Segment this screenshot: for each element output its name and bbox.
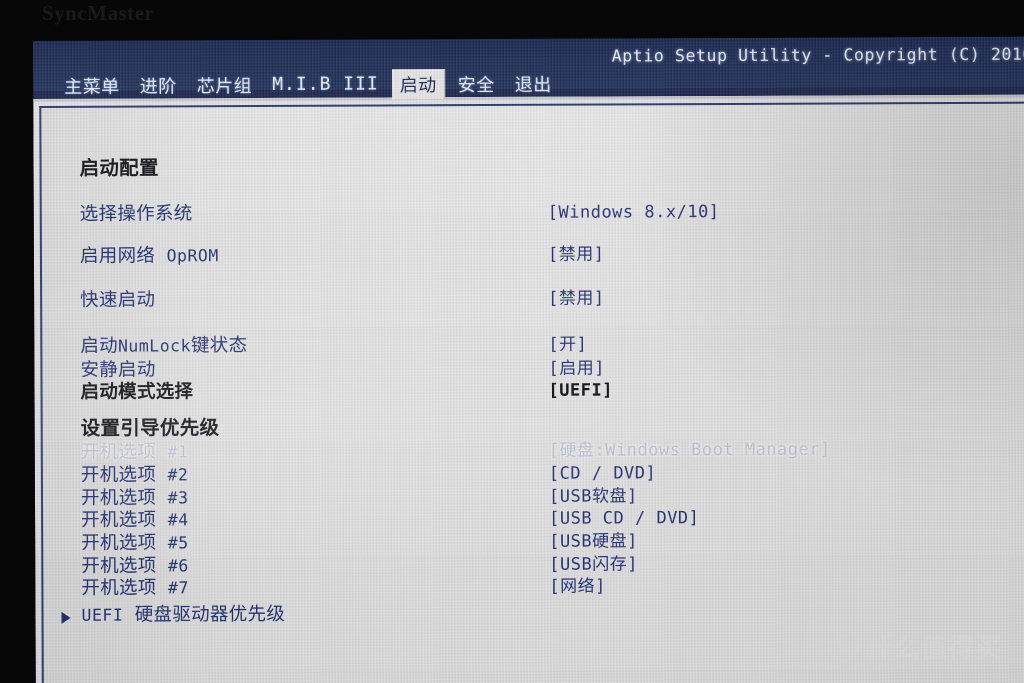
submenu-label-text: 硬盘驱动器优先级 xyxy=(123,603,286,626)
boot-option-row-7[interactable]: 开机选项 #7 [网络] xyxy=(43,572,1024,602)
smzdm-watermark-text: 什么值得买 xyxy=(866,634,1002,664)
boot-option-row-7-label: 开机选项 #7 xyxy=(81,577,189,599)
setting-row-4-label: 启动NumLock键状态 xyxy=(80,335,248,357)
bios-settings-list[interactable]: 启动配置选择操作系统 [Windows 8.x/10] 启用网络 OpROM [禁用]… xyxy=(41,104,1024,626)
tab-7[interactable]: 退出 xyxy=(508,69,559,98)
setting-row-2-label: 启用网络 OpROM xyxy=(79,245,219,267)
setting-row-3-value[interactable]: [禁用] xyxy=(548,286,605,312)
bios-content-frame: 启动配置选择操作系统 [Windows 8.x/10] 启用网络 OpROM [禁用]… xyxy=(33,94,1024,683)
tab-6[interactable]: 安全 xyxy=(451,69,502,98)
submenu-uefi-hard-disk-priority[interactable]: UEFI 硬盘驱动器优先级 xyxy=(43,599,1024,629)
setting-row-6-value[interactable]: [UEFI] xyxy=(548,377,613,403)
setting-row-3-label: 快速启动 xyxy=(80,289,156,311)
boot-option-row-1-label-mono: #1 xyxy=(167,442,189,462)
setting-row-1-label: 选择操作系统 xyxy=(79,203,193,225)
bios-menu-tabbar[interactable]: 主菜单 进阶 芯片组 M.I.B III 启动 安全 退出 xyxy=(33,67,1024,101)
triangle-right-icon xyxy=(61,611,71,624)
setting-row-3[interactable]: 快速启动 [禁用] xyxy=(42,284,1024,314)
setting-row-6-label: 启动模式选择 xyxy=(80,381,194,403)
setting-row-2-value[interactable]: [禁用] xyxy=(548,242,605,268)
submenu-label: UEFI 硬盘驱动器优先级 xyxy=(81,602,285,629)
setting-row-4-label-mono: NumLock xyxy=(117,336,192,356)
tab-2[interactable]: 进阶 xyxy=(133,71,184,100)
submenu-label-mono: UEFI xyxy=(81,605,124,625)
smzdm-badge-icon: 值 xyxy=(827,631,858,662)
tab-3[interactable]: 芯片组 xyxy=(190,71,260,100)
monitor-brand-logo: SyncMaster xyxy=(42,1,155,25)
section-heading-boot-configuration-label: 启动配置 xyxy=(79,156,159,180)
setting-row-1[interactable]: 选择操作系统 [Windows 8.x/10] xyxy=(42,198,1024,228)
tab-1[interactable]: 主菜单 xyxy=(57,71,127,100)
tab-4[interactable]: M.I.B III xyxy=(265,72,386,97)
tab-5-active[interactable]: 启动 xyxy=(391,69,445,100)
boot-option-row-2-label-mono: #2 xyxy=(167,465,189,485)
bios-title-text: Aptio Setup Utility - Copyright (C) 2016 xyxy=(611,44,1024,66)
boot-option-row-4-label-mono: #4 xyxy=(167,510,189,530)
setting-row-2[interactable]: 启用网络 OpROM [禁用] xyxy=(42,240,1024,270)
setting-row-4-value[interactable]: [开] xyxy=(548,332,587,358)
setting-row-2-label-mono: OpROM xyxy=(166,246,219,266)
bios-content-panel: 启动配置选择操作系统 [Windows 8.x/10] 启用网络 OpROM [禁用]… xyxy=(39,101,1024,683)
section-heading-boot-configuration: 启动配置 xyxy=(42,152,1024,182)
bios-screen: Aptio Setup Utility - Copyright (C) 2016… xyxy=(33,36,1024,683)
boot-option-row-7-value[interactable]: [网络] xyxy=(549,574,606,600)
setting-row-4-label-tail: 键状态 xyxy=(190,335,248,357)
boot-option-row-7-label-mono: #7 xyxy=(167,578,189,598)
smzdm-watermark: 值 什么值得买 xyxy=(827,628,1002,665)
setting-row-1-value[interactable]: [Windows 8.x/10] xyxy=(548,199,720,226)
boot-option-row-3-label-mono: #3 xyxy=(167,488,189,508)
monitor-photograph: SyncMaster Aptio Setup Utility - Copyrig… xyxy=(0,0,1024,683)
section-heading-boot-priority-label: 设置引导优先级 xyxy=(80,416,220,440)
setting-row-6[interactable]: 启动模式选择 [UEFI] xyxy=(42,376,1024,406)
boot-option-row-5-label-mono: #5 xyxy=(167,533,189,553)
boot-option-row-6-label-mono: #6 xyxy=(167,556,189,576)
